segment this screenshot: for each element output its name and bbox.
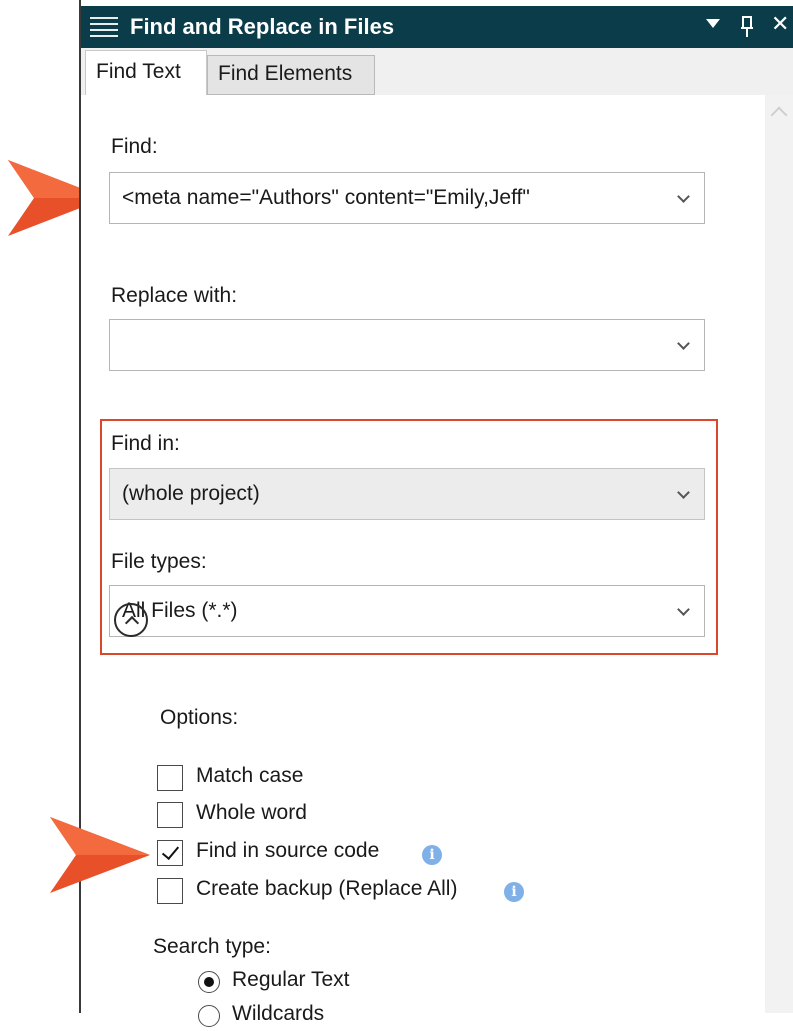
find-combobox[interactable]: <meta name="Authors" content="Emily,Jeff… (109, 172, 705, 224)
options-label[interactable]: Options: (160, 706, 238, 730)
pin-icon[interactable] (739, 16, 755, 38)
scroll-up-icon[interactable] (770, 106, 788, 124)
find-in-label: Find in: (111, 432, 180, 455)
title-bar: Find and Replace in Files ✕ (81, 6, 793, 48)
match-case-checkbox[interactable] (157, 765, 183, 791)
vertical-scrollbar[interactable] (765, 95, 793, 1013)
wildcards-label: Wildcards (232, 1002, 325, 1025)
collapse-up-icon[interactable] (114, 603, 148, 637)
replace-label: Replace with: (111, 284, 238, 307)
find-in-value: (whole project) (122, 482, 260, 505)
create-backup-label: Create backup (Replace All) (196, 877, 458, 900)
regular-text-label: Regular Text (232, 968, 350, 991)
info-icon[interactable]: i (422, 845, 442, 865)
create-backup-checkbox[interactable] (157, 878, 183, 904)
chevron-down-icon[interactable] (677, 486, 690, 499)
chevron-down-icon[interactable] (677, 337, 690, 350)
find-label: Find: (111, 135, 158, 158)
dropdown-arrow-icon[interactable] (706, 19, 720, 28)
checkmark-icon (161, 841, 180, 861)
close-icon[interactable]: ✕ (771, 11, 789, 37)
whole-word-checkbox[interactable] (157, 802, 183, 828)
info-icon[interactable]: i (504, 882, 524, 902)
wildcards-radio[interactable] (198, 1005, 220, 1027)
chevron-down-icon[interactable] (677, 603, 690, 616)
tab-strip: Find Text Find Elements (81, 48, 793, 95)
regular-text-radio[interactable] (198, 971, 220, 993)
tab-find-text[interactable]: Find Text (85, 50, 207, 95)
find-in-source-label: Find in source code (196, 839, 380, 862)
find-in-dropdown[interactable]: (whole project) (109, 468, 705, 520)
find-replace-panel: Find and Replace in Files ✕ Find Text Fi… (79, 0, 793, 1027)
file-types-label: File types: (111, 550, 207, 573)
chevron-down-icon[interactable] (677, 190, 690, 203)
find-value: <meta name="Authors" content="Emily,Jeff… (122, 186, 530, 209)
menu-icon[interactable] (90, 17, 118, 37)
replace-combobox[interactable] (109, 319, 705, 371)
tab-find-elements[interactable]: Find Elements (207, 55, 375, 95)
whole-word-label: Whole word (196, 801, 307, 824)
find-text-content: Find: <meta name="Authors" content="Emil… (81, 95, 765, 1027)
file-types-dropdown[interactable]: All Files (*.*) (109, 585, 705, 637)
find-in-source-checkbox[interactable] (157, 840, 183, 866)
match-case-label: Match case (196, 764, 304, 787)
search-type-label: Search type: (153, 935, 271, 958)
window-title: Find and Replace in Files (130, 14, 395, 39)
callout-arrow-icon (50, 817, 150, 893)
